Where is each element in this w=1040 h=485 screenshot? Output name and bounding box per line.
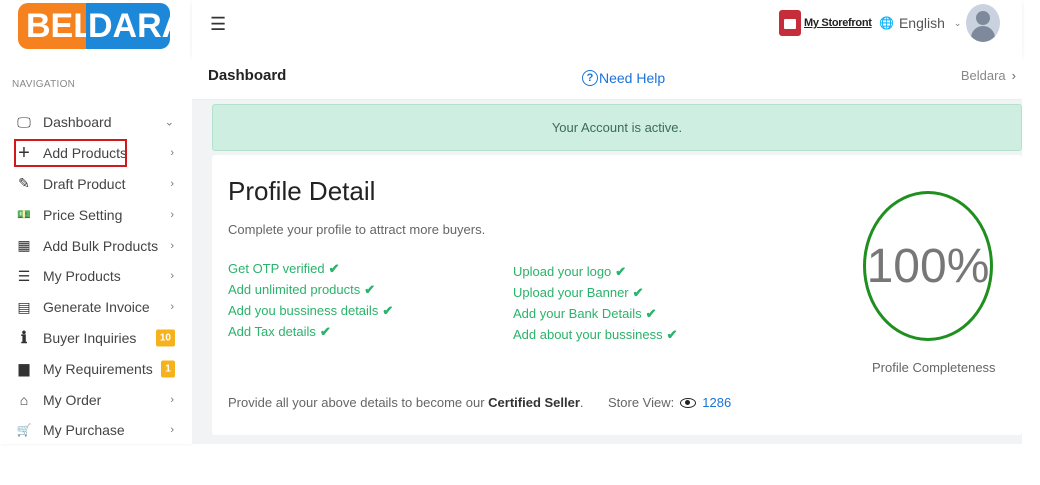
monitor-icon: 🖵: [17, 113, 31, 130]
language-selector[interactable]: 🌐 English ⌄: [879, 15, 961, 31]
account-status-alert: Your Account is active.: [212, 104, 1022, 151]
sidebar-item-add-products[interactable]: + Add Products ›: [0, 138, 192, 169]
sidebar-item-price-setting[interactable]: 💵 Price Setting ›: [0, 199, 192, 230]
inquiries-count-badge: 10: [155, 329, 175, 347]
store-view-label: Store View:: [608, 395, 675, 410]
checklist-item: Add unlimited products ✔: [228, 282, 376, 297]
sidebar-item-my-requirements[interactable]: ▆ My Requirements 1: [0, 353, 192, 384]
logo-part-bel: BEL: [18, 3, 94, 49]
cart-icon: 🛒: [16, 423, 32, 438]
chevron-right-icon: ›: [170, 424, 174, 437]
invoice-icon: ▤: [17, 298, 31, 315]
language-label: English: [898, 15, 945, 31]
hamburger-menu-icon[interactable]: ☰: [210, 14, 226, 35]
sidebar-item-dashboard[interactable]: 🖵 Dashboard ⌄: [0, 107, 192, 138]
checklist-item: Upload your Banner ✔: [513, 285, 644, 300]
basket-icon: ⌂: [19, 391, 29, 408]
globe-icon: 🌐: [879, 16, 894, 30]
sidebar-item-generate-invoice[interactable]: ▤ Generate Invoice ›: [0, 292, 192, 323]
avatar-head: [976, 11, 990, 25]
sidebar-item-my-purchase[interactable]: 🛒 My Purchase ›: [0, 415, 192, 446]
requirements-count-badge: 1: [161, 360, 175, 378]
plus-icon: +: [18, 141, 30, 164]
page: BEL DARA NAVIGATION 🖵 Dashboard ⌄ + Add …: [0, 0, 1040, 485]
profile-checklist-left: Get OTP verified ✔ Add unlimited products…: [228, 258, 393, 342]
nav-list: 🖵 Dashboard ⌄ + Add Products › ✎ Draft P…: [0, 107, 192, 446]
topbar: ☰ My Storefront 🌐 English ⌄: [192, 0, 1022, 56]
chevron-down-icon: ⌄: [953, 17, 962, 28]
excel-file-icon: ▦: [17, 237, 31, 254]
certified-seller-text: Certified Seller: [488, 395, 580, 410]
chevron-right-icon: ›: [170, 177, 174, 190]
check-icon: ✔: [615, 264, 627, 279]
page-header: Dashboard ? Need Help Beldara ›: [192, 56, 1022, 100]
store-view-stat: Store View: 1286: [608, 395, 731, 410]
profile-title: Profile Detail: [228, 176, 376, 206]
logo-part-dara: DARA: [86, 3, 170, 49]
eye-icon: [680, 397, 697, 408]
profile-completeness-label: Profile Completeness: [872, 360, 996, 375]
chevron-right-icon: ›: [170, 208, 174, 221]
checklist-item: Add Tax details ✔: [228, 324, 331, 339]
check-icon: ✔: [666, 327, 678, 342]
edit-icon: ✎: [18, 175, 30, 192]
certified-seller-note: Provide all your above details to become…: [228, 395, 584, 410]
checklist-item: Get OTP verified ✔: [228, 261, 340, 276]
sidebar-item-buyer-inquiries[interactable]: ℹ Buyer Inquiries 10: [0, 323, 192, 354]
storefront-label: My Storefront: [804, 17, 872, 29]
page-title: Dashboard: [208, 67, 287, 84]
storefront-icon: [779, 10, 801, 36]
chevron-right-icon: ›: [170, 239, 174, 252]
my-storefront-link[interactable]: My Storefront: [779, 10, 872, 36]
info-icon: ℹ: [20, 329, 28, 347]
chevron-right-icon: ›: [170, 301, 174, 314]
check-icon: ✔: [632, 285, 644, 300]
sidebar-item-add-bulk-products[interactable]: ▦ Add Bulk Products ›: [0, 230, 192, 261]
breadcrumb-item: Beldara: [960, 68, 1006, 83]
check-icon: ✔: [382, 303, 394, 318]
document-icon: ▆: [18, 360, 30, 377]
check-icon: ✔: [364, 282, 376, 297]
checklist-item: Upload your logo ✔: [513, 264, 627, 279]
profile-detail-card: Profile Detail Complete your profile to …: [212, 155, 1022, 435]
store-view-count[interactable]: 1286: [702, 395, 731, 410]
avatar-body: [971, 26, 995, 42]
profile-subtitle: Complete your profile to attract more bu…: [228, 222, 486, 237]
sidebar-item-my-products[interactable]: ☰ My Products ›: [0, 261, 192, 292]
check-icon: ✔: [328, 261, 340, 276]
breadcrumb[interactable]: Beldara ›: [961, 68, 1016, 83]
main-content: Your Account is active. Profile Detail C…: [192, 100, 1022, 444]
checklist-item: Add about your bussiness ✔: [513, 327, 678, 342]
user-avatar[interactable]: [966, 4, 1000, 42]
sidebar-item-draft-product[interactable]: ✎ Draft Product ›: [0, 169, 192, 200]
checklist-item: Add your Bank Details ✔: [513, 306, 657, 321]
help-icon: ?: [582, 70, 598, 86]
nav-heading: NAVIGATION: [12, 79, 76, 90]
need-help-label: Need Help: [599, 70, 666, 86]
profile-checklist-right: Upload your logo ✔ Upload your Banner ✔ Ad…: [513, 261, 678, 345]
sidebar: BEL DARA NAVIGATION 🖵 Dashboard ⌄ + Add …: [0, 0, 192, 444]
profile-completeness-gauge: 100%: [863, 191, 993, 341]
chevron-right-icon: ›: [170, 147, 174, 160]
checklist-item: Add you bussiness details ✔: [228, 303, 394, 318]
check-icon: ✔: [645, 306, 657, 321]
chevron-right-icon: ›: [170, 393, 174, 406]
need-help-link[interactable]: ? Need Help: [582, 70, 665, 86]
beldara-logo[interactable]: BEL DARA: [18, 3, 170, 49]
chevron-down-icon: ⌄: [164, 116, 174, 129]
sidebar-item-my-order[interactable]: ⌂ My Order ›: [0, 384, 192, 415]
check-icon: ✔: [319, 324, 331, 339]
list-icon: ☰: [17, 267, 31, 284]
money-icon: 💵: [17, 209, 31, 222]
chevron-right-icon: ›: [170, 270, 174, 283]
chevron-right-icon: ›: [1011, 68, 1016, 83]
